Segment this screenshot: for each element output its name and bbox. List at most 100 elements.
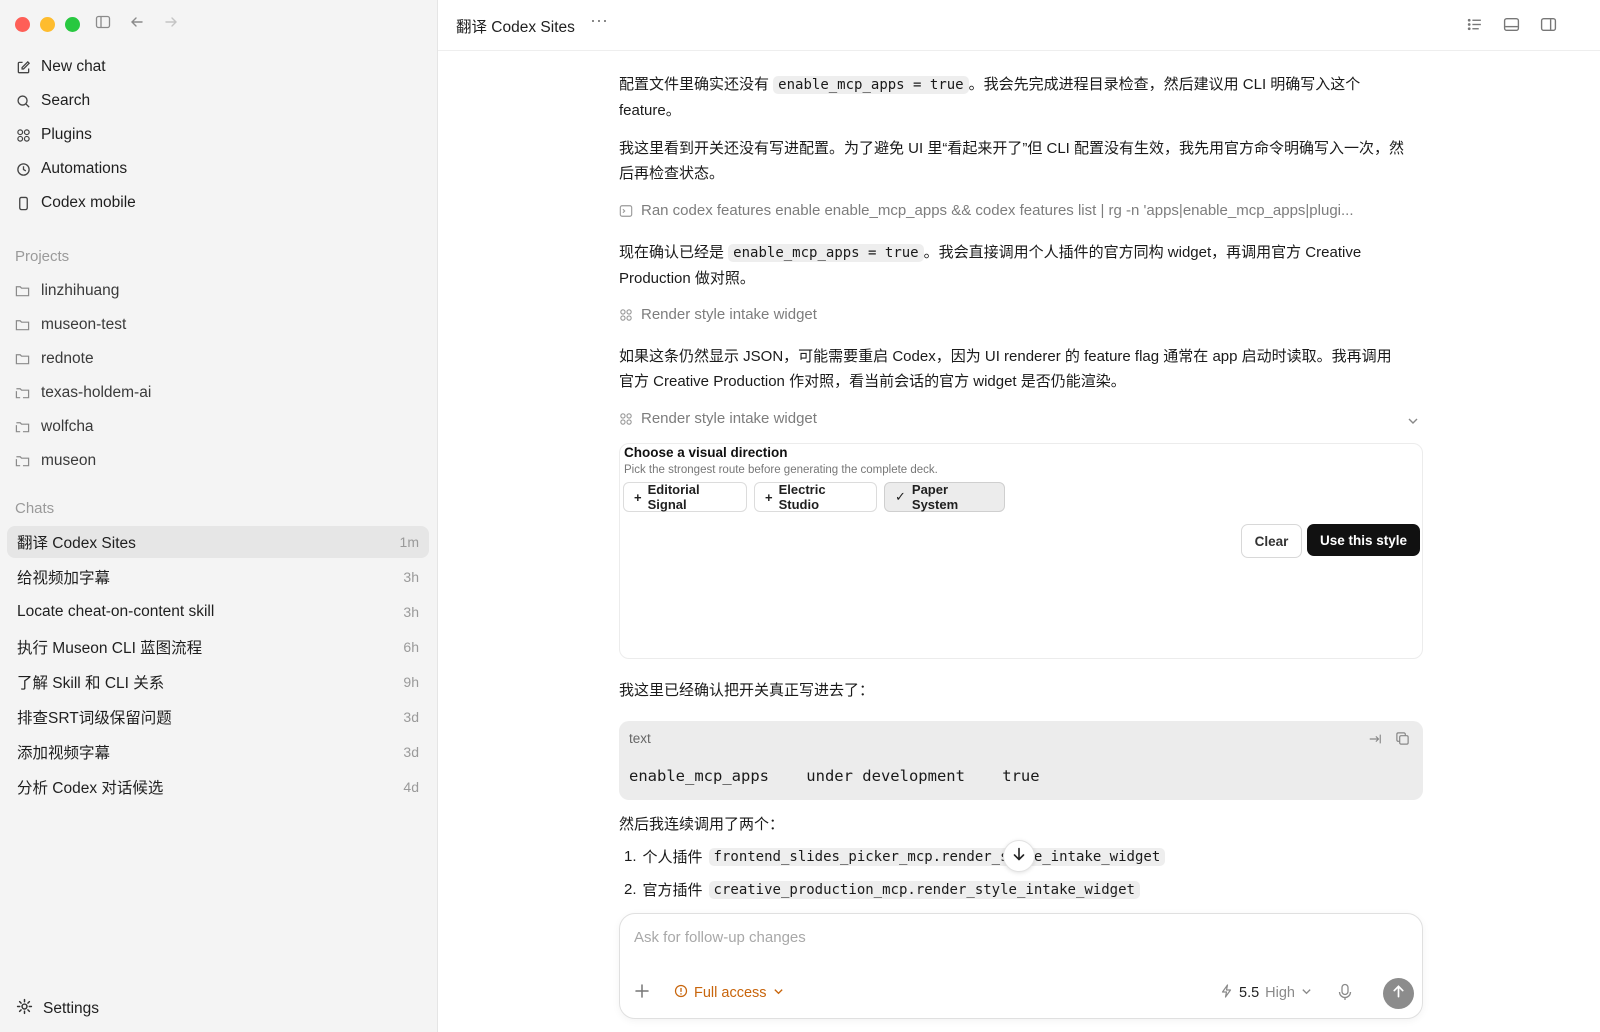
option-electric-studio[interactable]: + Electric Studio xyxy=(754,482,877,512)
chat-item[interactable]: 了解 Skill 和 CLI 关系 9h xyxy=(7,666,429,698)
list-number: 1. xyxy=(624,848,637,865)
chat-item[interactable]: 分析 Codex 对话候选 4d xyxy=(7,771,429,803)
chat-item[interactable]: 执行 Museon CLI 蓝图流程 6h xyxy=(7,631,429,663)
option-editorial-signal[interactable]: + Editorial Signal xyxy=(623,482,747,512)
nav-codex-mobile[interactable]: Codex mobile xyxy=(15,192,136,214)
chat-time: 3d xyxy=(403,709,419,725)
thread-title: 翻译 Codex Sites xyxy=(456,19,575,36)
chat-item[interactable]: 翻译 Codex Sites 1m xyxy=(7,526,429,558)
nav-automations[interactable]: Automations xyxy=(15,158,127,180)
chat-title: 排查SRT词级保留问题 xyxy=(17,710,172,727)
more-options-button[interactable]: ··· xyxy=(590,10,608,31)
tool-call-text: Render style intake widget xyxy=(641,306,817,323)
add-attachment-button[interactable] xyxy=(634,981,650,1003)
project-label: museon xyxy=(41,452,97,469)
phone-icon xyxy=(15,195,31,211)
settings-button[interactable]: Settings xyxy=(16,998,99,1020)
list-text: 个人插件 xyxy=(642,849,703,866)
plugins-icon xyxy=(619,412,633,426)
assistant-message: 如果这条仍然显示 JSON，可能需要重启 Codex，因为 UI rendere… xyxy=(619,344,1423,394)
minimize-window-button[interactable] xyxy=(40,17,55,32)
nav-label: Codex mobile xyxy=(41,194,136,211)
git-folder-icon xyxy=(15,419,31,435)
chat-title: 添加视频字幕 xyxy=(17,745,111,762)
project-item[interactable]: museon-test xyxy=(15,314,126,336)
message-text: 后再检查状态。 xyxy=(619,165,725,182)
list-item: 1. 个人插件 frontend_slides_picker_mcp.rende… xyxy=(624,846,1166,867)
zoom-window-button[interactable] xyxy=(65,17,80,32)
chat-time: 1m xyxy=(399,534,419,550)
chat-item[interactable]: 排查SRT词级保留问题 3d xyxy=(7,701,429,733)
list-text: 官方插件 xyxy=(642,882,703,899)
message-text: Production 做对照。 xyxy=(619,270,755,287)
inline-code: enable_mcp_apps = true xyxy=(773,76,969,94)
back-arrow-icon[interactable] xyxy=(127,14,147,34)
plugins-icon xyxy=(15,127,31,143)
project-item[interactable]: texas-holdem-ai xyxy=(15,382,151,404)
checkmark-icon: ✓ xyxy=(895,489,906,504)
toggle-sidebar-icon[interactable] xyxy=(93,14,113,34)
warning-circle-icon xyxy=(674,984,688,1002)
project-item[interactable]: linzhihuang xyxy=(15,280,119,302)
tool-call-row[interactable]: Ran codex features enable enable_mcp_app… xyxy=(619,202,1423,219)
nav-search[interactable]: Search xyxy=(15,90,90,112)
assistant-message: 配置文件里确实还没有 enable_mcp_apps = true 。我会先完成进… xyxy=(619,72,1423,123)
sidebar: New chat Search Plugins Automations Code… xyxy=(0,0,438,1032)
project-label: wolfcha xyxy=(41,418,94,435)
nav-plugins[interactable]: Plugins xyxy=(15,124,92,146)
chat-time: 6h xyxy=(403,639,419,655)
tool-call-row[interactable]: Render style intake widget xyxy=(619,410,1423,427)
clear-button[interactable]: Clear xyxy=(1241,524,1302,558)
chat-title: 执行 Museon CLI 蓝图流程 xyxy=(17,640,203,657)
message-text: 我这里看到开关还没有写进配置。为了避免 UI 里“看起来开了”但 CLI 配置没… xyxy=(619,140,1405,157)
nav-new-chat[interactable]: New chat xyxy=(15,56,106,78)
option-label: Electric Studio xyxy=(778,482,826,512)
list-view-icon[interactable] xyxy=(1466,16,1484,34)
chat-item[interactable]: 添加视频字幕 3d xyxy=(7,736,429,768)
nav-label: Plugins xyxy=(41,126,92,143)
tool-call-row[interactable]: Render style intake widget xyxy=(619,306,1423,323)
option-paper-system[interactable]: ✓ Paper System xyxy=(884,482,1005,512)
close-window-button[interactable] xyxy=(15,17,30,32)
nav-label: New chat xyxy=(41,58,106,75)
widget-subtitle: Pick the strongest route before generati… xyxy=(624,464,938,476)
right-panel-icon[interactable] xyxy=(1540,16,1558,34)
plus-icon xyxy=(635,984,649,998)
inline-code: creative_production_mcp.render_style_int… xyxy=(708,880,1140,899)
tool-call-text: Render style intake widget xyxy=(641,410,817,427)
project-label: texas-holdem-ai xyxy=(41,384,152,401)
assistant-message: 现在确认已经是 enable_mcp_apps = true 。我会直接调用个人插… xyxy=(619,240,1423,291)
chat-title: Locate cheat-on-content skill xyxy=(17,603,215,620)
arrow-down-icon xyxy=(1011,846,1027,867)
assistant-message: 我这里看到开关还没有写进配置。为了避免 UI 里“看起来开了”但 CLI 配置没… xyxy=(619,136,1423,186)
message-text: 。我会直接调用个人插件的官方同构 widget，再调用官方 Creative xyxy=(923,244,1362,261)
copy-icon[interactable] xyxy=(1395,731,1410,751)
model-selector[interactable]: 5.5 High xyxy=(1220,984,1312,1002)
tool-call-text: Ran codex features enable enable_mcp_app… xyxy=(641,202,1354,219)
terminal-icon xyxy=(619,204,633,218)
use-this-style-button[interactable]: Use this style xyxy=(1307,524,1420,556)
style-intake-widget: Choose a visual direction Pick the stron… xyxy=(619,443,1423,659)
project-label: linzhihuang xyxy=(41,282,120,299)
scroll-to-bottom-button[interactable] xyxy=(1003,840,1035,872)
forward-arrow-icon[interactable] xyxy=(161,14,181,34)
access-level-dropdown[interactable]: Full access xyxy=(674,984,784,1002)
chat-item[interactable]: 给视频加字幕 3h xyxy=(7,561,429,593)
project-item[interactable]: wolfcha xyxy=(15,416,94,438)
message-text: 现在确认已经是 xyxy=(619,244,729,261)
bottom-panel-icon[interactable] xyxy=(1503,16,1521,34)
chat-time: 3d xyxy=(403,744,419,760)
gear-icon xyxy=(16,998,33,1020)
wrap-icon[interactable] xyxy=(1368,732,1382,751)
chevron-down-icon[interactable] xyxy=(1407,414,1419,432)
project-item[interactable]: museon xyxy=(15,450,96,472)
chat-title: 翻译 Codex Sites xyxy=(17,535,136,552)
folder-icon xyxy=(15,283,31,299)
project-item[interactable]: rednote xyxy=(15,348,94,370)
microphone-icon[interactable] xyxy=(1338,983,1354,1001)
git-folder-icon xyxy=(15,453,31,469)
follow-up-input[interactable] xyxy=(632,928,1396,947)
chat-item[interactable]: Locate cheat-on-content skill 3h xyxy=(7,596,429,628)
send-button[interactable] xyxy=(1383,978,1414,1009)
message-text: 然后我连续调用了两个： xyxy=(619,816,785,833)
